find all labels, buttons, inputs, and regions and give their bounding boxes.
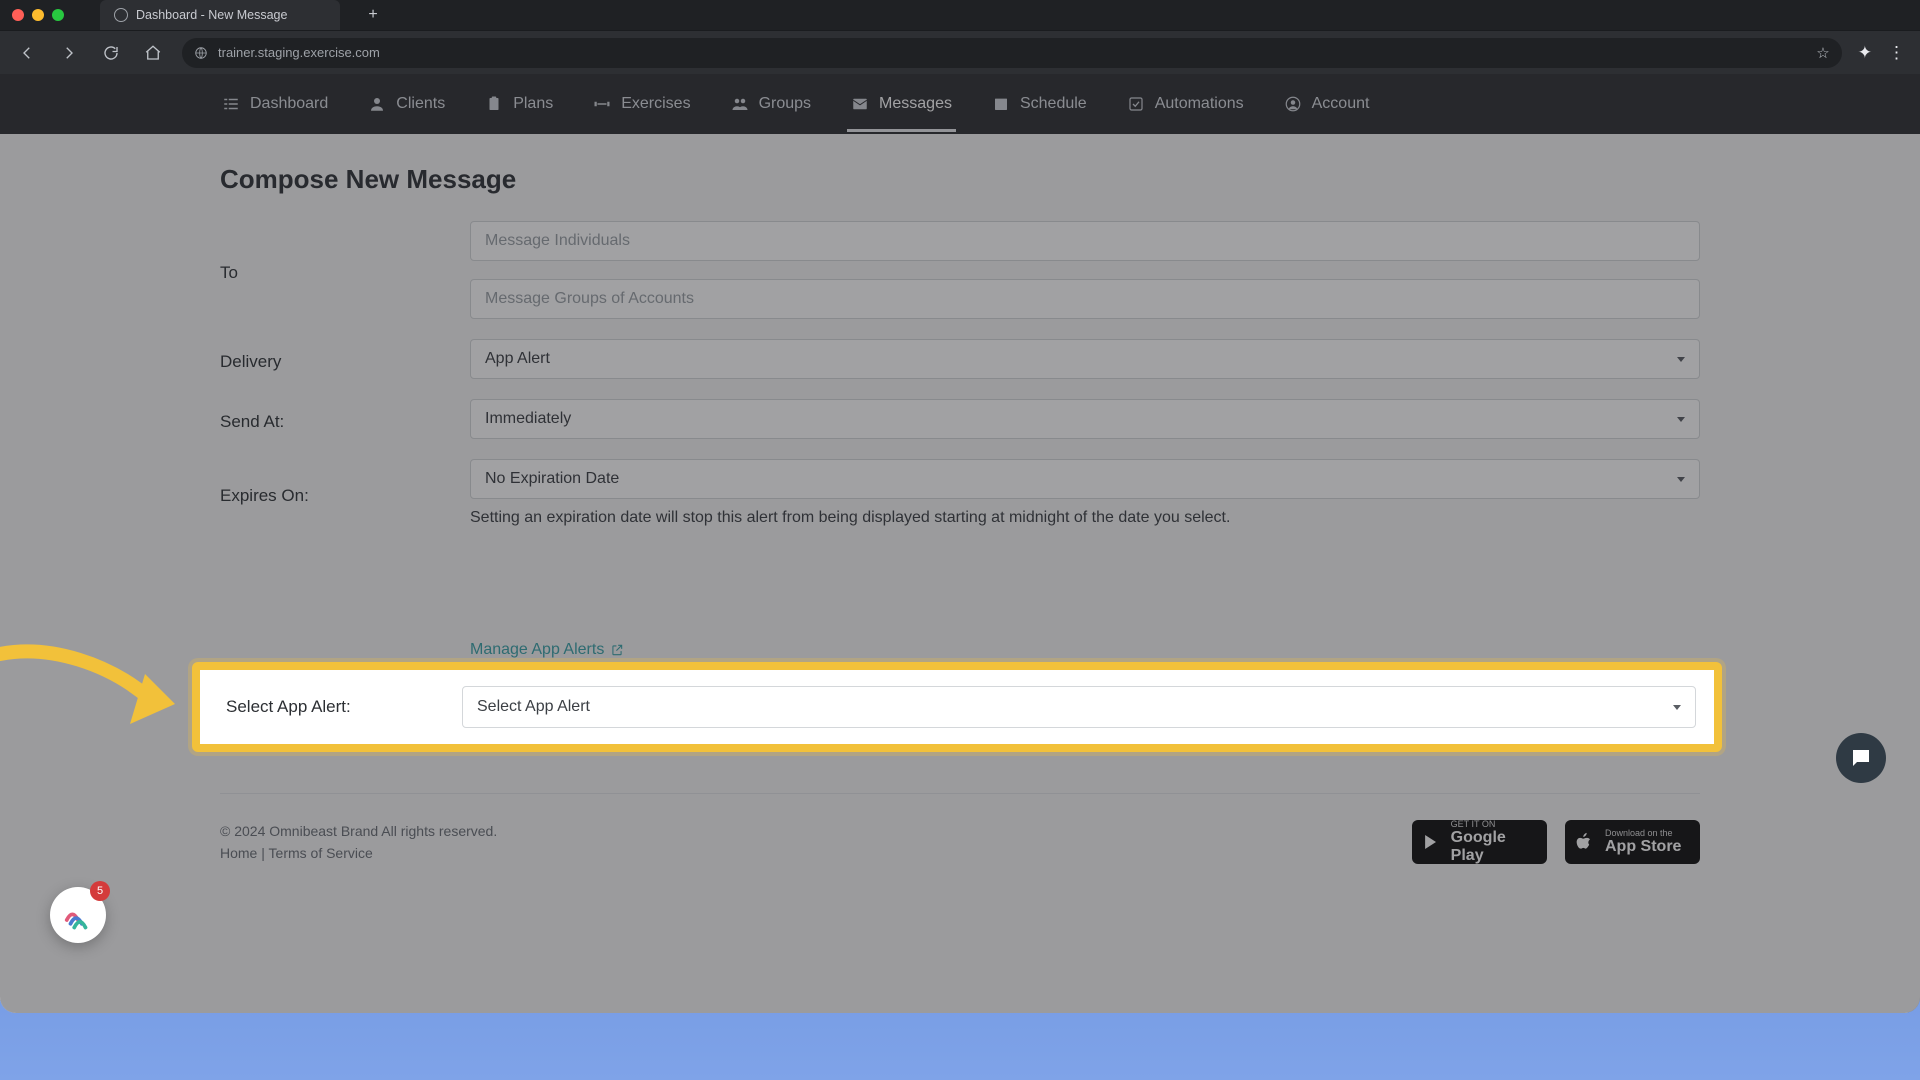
site-info-icon	[194, 46, 208, 60]
nav-label: Schedule	[1020, 95, 1087, 113]
back-button[interactable]	[14, 40, 40, 66]
nav-label: Groups	[759, 95, 811, 113]
globe-icon	[114, 8, 128, 22]
nav-label: Messages	[879, 95, 952, 113]
window-close-button[interactable]	[12, 9, 24, 21]
label-delivery: Delivery	[220, 346, 470, 372]
google-play-icon	[1422, 831, 1441, 853]
nav-label: Plans	[513, 95, 553, 113]
browser-tab[interactable]: Dashboard - New Message	[100, 0, 340, 30]
chevron-down-icon	[1677, 357, 1685, 362]
nav-account[interactable]: Account	[1282, 77, 1372, 131]
group-icon	[731, 95, 749, 113]
check-square-icon	[1127, 95, 1145, 113]
label-expires: Expires On:	[220, 480, 470, 506]
browser-menu-icon[interactable]: ⋮	[1888, 43, 1906, 63]
expires-value: No Expiration Date	[485, 470, 619, 488]
calendar-icon	[992, 95, 1010, 113]
user-icon	[368, 95, 386, 113]
nav-groups[interactable]: Groups	[729, 77, 813, 131]
address-bar[interactable]: trainer.staging.exercise.com ☆	[182, 38, 1842, 68]
notification-badge: 5	[90, 881, 110, 901]
nav-clients[interactable]: Clients	[366, 77, 447, 131]
window-minimize-button[interactable]	[32, 9, 44, 21]
page-title: Compose New Message	[220, 164, 1700, 195]
label-to: To	[220, 257, 470, 283]
chevron-down-icon	[1673, 705, 1681, 710]
nav-label: Dashboard	[250, 95, 328, 113]
dumbbell-icon	[593, 95, 611, 113]
expires-select[interactable]: No Expiration Date	[470, 459, 1700, 499]
wave-icon	[63, 900, 93, 930]
chat-launcher-button[interactable]	[1836, 733, 1886, 783]
apple-icon	[1575, 831, 1595, 853]
url-text: trainer.staging.exercise.com	[218, 45, 380, 60]
copyright-text: © 2024 Omnibeast Brand All rights reserv…	[220, 820, 497, 842]
footer-home-link[interactable]: Home	[220, 845, 257, 861]
delivery-select[interactable]: App Alert	[470, 339, 1700, 379]
nav-label: Clients	[396, 95, 445, 113]
label-send-at: Send At:	[220, 406, 470, 432]
expires-help-text: Setting an expiration date will stop thi…	[470, 509, 1700, 527]
reload-button[interactable]	[98, 40, 124, 66]
bookmark-star-icon[interactable]: ☆	[1816, 44, 1829, 62]
nav-label: Exercises	[621, 95, 690, 113]
delivery-value: App Alert	[485, 350, 550, 368]
forward-button[interactable]	[56, 40, 82, 66]
nav-dashboard[interactable]: Dashboard	[220, 77, 330, 131]
envelope-icon	[851, 95, 869, 113]
footer-tos-link[interactable]: Terms of Service	[269, 845, 373, 861]
nav-label: Account	[1312, 95, 1370, 113]
window-maximize-button[interactable]	[52, 9, 64, 21]
send-at-value: Immediately	[485, 410, 571, 428]
nav-exercises[interactable]: Exercises	[591, 77, 692, 131]
help-widget-button[interactable]: 5	[50, 887, 106, 943]
account-icon	[1284, 95, 1302, 113]
nav-schedule[interactable]: Schedule	[990, 77, 1089, 131]
tab-title: Dashboard - New Message	[136, 8, 287, 22]
extensions-icon[interactable]: ✦	[1858, 43, 1872, 63]
nav-automations[interactable]: Automations	[1125, 77, 1246, 131]
manage-app-alerts-link[interactable]: Manage App Alerts	[470, 641, 624, 659]
nav-messages[interactable]: Messages	[849, 77, 954, 131]
home-button[interactable]	[140, 40, 166, 66]
clipboard-icon	[485, 95, 503, 113]
chat-icon	[1849, 746, 1873, 770]
label-select-app-alert: Select App Alert:	[226, 697, 462, 717]
to-groups-input[interactable]	[470, 279, 1700, 319]
nav-label: Automations	[1155, 95, 1244, 113]
send-at-select[interactable]: Immediately	[470, 399, 1700, 439]
chevron-down-icon	[1677, 477, 1685, 482]
to-individuals-input[interactable]	[470, 221, 1700, 261]
external-link-icon	[610, 643, 624, 657]
list-icon	[222, 95, 240, 113]
nav-plans[interactable]: Plans	[483, 77, 555, 131]
app-store-badge[interactable]: Download on theApp Store	[1565, 820, 1700, 864]
app-top-nav: Dashboard Clients Plans Exercises Groups	[0, 74, 1920, 134]
select-app-alert-value: Select App Alert	[477, 698, 590, 716]
new-tab-button[interactable]: +	[362, 4, 384, 26]
chevron-down-icon	[1677, 417, 1685, 422]
select-app-alert-dropdown[interactable]: Select App Alert	[462, 686, 1696, 728]
link-text: Manage App Alerts	[470, 641, 604, 659]
highlight-select-app-alert-row: Select App Alert: Select App Alert	[192, 662, 1722, 752]
google-play-badge[interactable]: GET IT ONGoogle Play	[1412, 820, 1547, 864]
